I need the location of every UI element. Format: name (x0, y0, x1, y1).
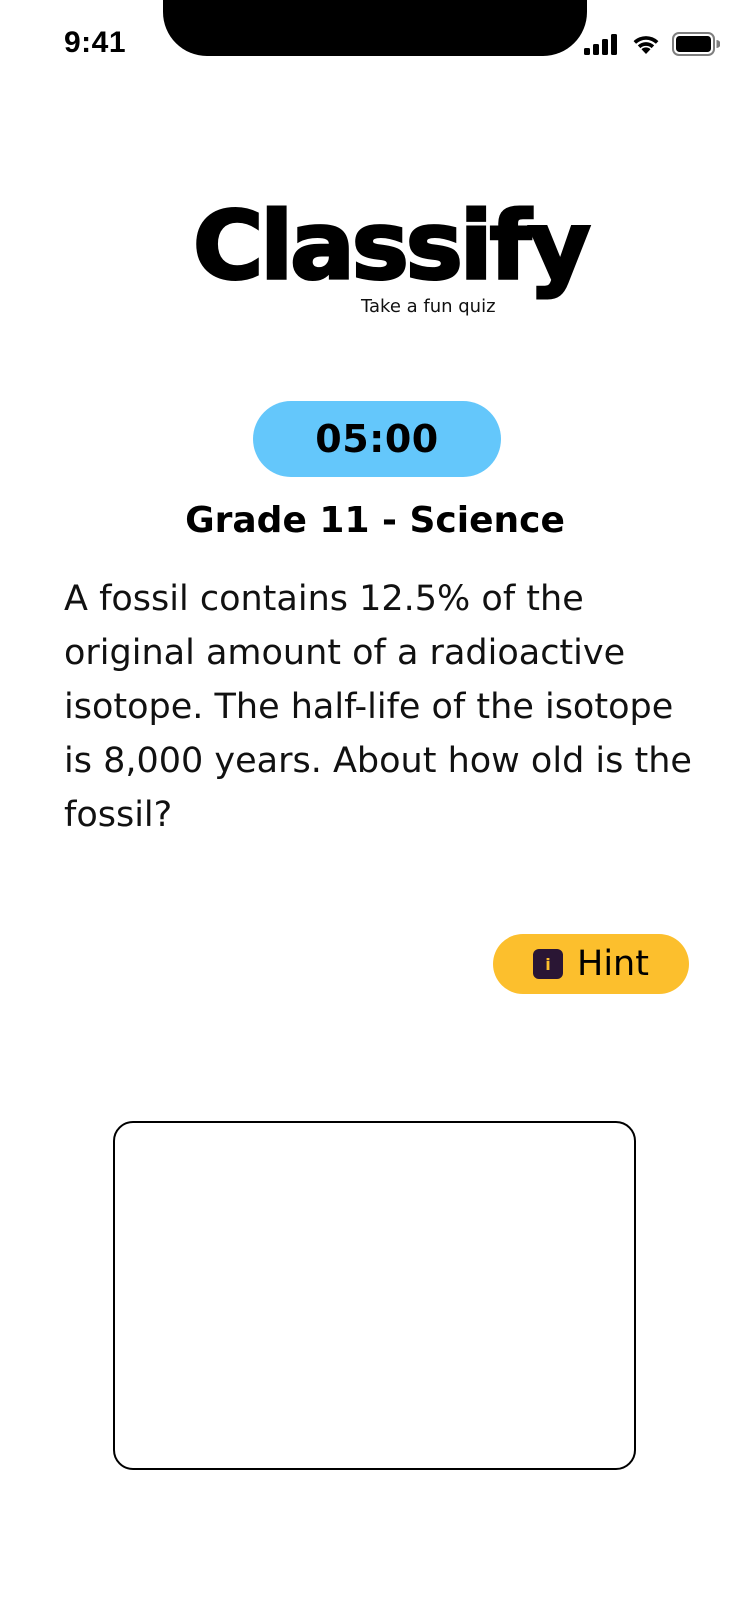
app-logo: Classify (191, 192, 592, 301)
device-notch (163, 0, 587, 56)
countdown-timer: 05:00 (253, 401, 501, 477)
wifi-icon (630, 32, 662, 56)
cellular-signal-icon (584, 33, 620, 55)
hint-button-label: Hint (577, 944, 649, 984)
info-icon: i (533, 949, 564, 979)
status-icons (584, 32, 720, 56)
hint-button[interactable]: i Hint (493, 934, 689, 994)
app-tagline: Take a fun quiz (361, 296, 496, 317)
status-time: 9:41 (64, 26, 127, 59)
app-logo-block: Classify Take a fun quiz (0, 192, 750, 320)
answer-input[interactable] (113, 1121, 636, 1470)
status-bar: 9:41 (0, 0, 750, 90)
quiz-subject-title: Grade 11 - Science (185, 500, 565, 541)
question-text: A fossil contains 12.5% of the original … (64, 579, 692, 835)
battery-icon (672, 32, 720, 56)
